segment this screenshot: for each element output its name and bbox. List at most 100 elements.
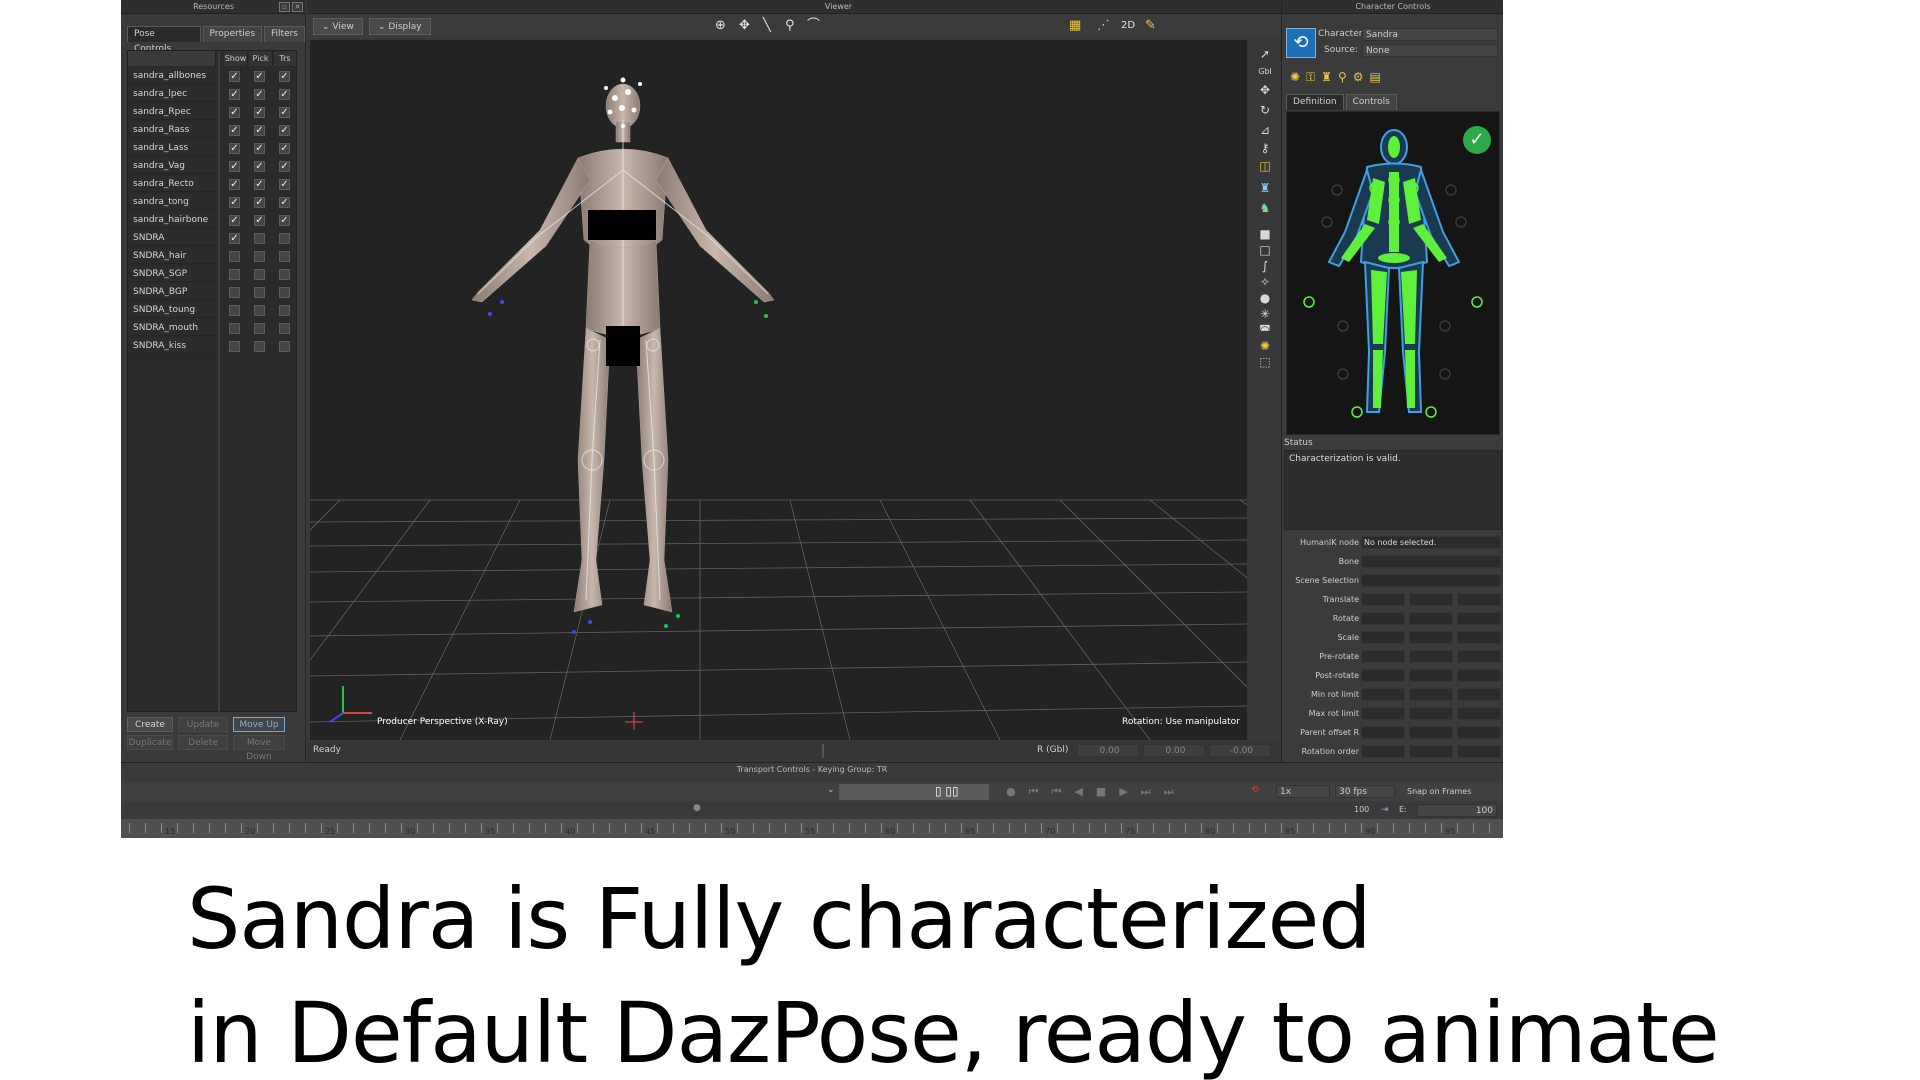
resource-row[interactable]: sandra_hairbone ✓ ✓ ✓ [128, 212, 298, 230]
property-value-field[interactable] [1361, 612, 1405, 625]
trs-checkbox[interactable]: ✓ [279, 179, 290, 190]
property-value-field[interactable] [1361, 669, 1405, 682]
show-checkbox[interactable] [229, 269, 240, 280]
delete-button[interactable]: Delete [178, 735, 228, 750]
show-checkbox[interactable]: ✓ [229, 161, 240, 172]
duplicate-button[interactable]: Duplicate [127, 735, 173, 750]
show-checkbox[interactable]: ✓ [229, 71, 240, 82]
pick-checkbox[interactable]: ✓ [254, 89, 265, 100]
pen-icon[interactable]: ✎ [1145, 19, 1156, 33]
key-icon[interactable]: ⚷ [1257, 140, 1273, 156]
show-checkbox[interactable]: ✓ [229, 125, 240, 136]
resource-row[interactable]: SNDRA_kiss [128, 338, 298, 356]
pick-checkbox[interactable]: ✓ [254, 161, 265, 172]
column-header-show[interactable]: Show [224, 51, 248, 66]
show-checkbox[interactable]: ✓ [229, 215, 240, 226]
property-value-field[interactable] [1361, 555, 1501, 568]
pick-checkbox[interactable]: ✓ [254, 143, 265, 154]
arrow-icon[interactable]: ⇥ [1381, 805, 1389, 815]
restore-icon[interactable]: ▫ [279, 2, 290, 12]
update-button[interactable]: Update [178, 717, 228, 732]
sun-icon[interactable]: ✺ [1257, 338, 1273, 354]
property-value-field[interactable] [1457, 707, 1501, 720]
tab-properties[interactable]: Properties [202, 26, 263, 42]
loop-icon[interactable]: ⟲ [1251, 785, 1259, 795]
pick-checkbox[interactable]: ✓ [254, 71, 265, 82]
resource-row[interactable]: SNDRA ✓ [128, 230, 298, 248]
start-frame-value[interactable]: 100 [1354, 805, 1369, 814]
show-checkbox[interactable]: ✓ [229, 107, 240, 118]
resource-row[interactable]: sandra_Vag ✓ ✓ ✓ [128, 158, 298, 176]
property-value-field[interactable] [1457, 745, 1501, 758]
property-value-field[interactable] [1409, 745, 1453, 758]
column-header-trs[interactable]: Trs [274, 51, 297, 66]
rotation-y-field[interactable]: 0.00 [1143, 744, 1205, 757]
pick-checkbox[interactable]: ✓ [254, 179, 265, 190]
close-icon[interactable]: ✕ [292, 2, 303, 12]
trs-checkbox[interactable]: ✓ [279, 197, 290, 208]
property-value-field[interactable] [1457, 612, 1501, 625]
show-checkbox[interactable]: ✓ [229, 89, 240, 100]
pick-checkbox[interactable] [254, 341, 265, 352]
move-down-button[interactable]: Move Down [233, 735, 285, 762]
orbit-icon[interactable]: ⊕ [715, 19, 726, 33]
resource-row[interactable]: sandra_Recto ✓ ✓ ✓ [128, 176, 298, 194]
sphere-icon[interactable]: ● [1257, 290, 1273, 306]
gbl-toggle[interactable]: Gbl [1257, 64, 1273, 80]
resource-row[interactable]: SNDRA_mouth [128, 320, 298, 338]
resource-row[interactable]: sandra_tong ✓ ✓ ✓ [128, 194, 298, 212]
property-value-field[interactable] [1409, 688, 1453, 701]
property-value-field[interactable] [1457, 726, 1501, 739]
show-checkbox[interactable] [229, 305, 240, 316]
pick-checkbox[interactable]: ✓ [254, 197, 265, 208]
property-value-field[interactable] [1409, 707, 1453, 720]
trs-checkbox[interactable]: ✓ [279, 143, 290, 154]
tab-definition[interactable]: Definition [1286, 94, 1344, 110]
frame-icon[interactable]: ⬚ [1257, 354, 1273, 370]
speed-dropdown[interactable]: 1x [1276, 785, 1330, 798]
property-value-field[interactable] [1361, 707, 1405, 720]
dropdown-arrow-icon[interactable]: ⌄ [827, 785, 835, 795]
single-view-icon[interactable]: ▯ ▯▯ [935, 784, 959, 798]
tab-controls[interactable]: Controls [1345, 94, 1397, 110]
show-checkbox[interactable]: ✓ [229, 179, 240, 190]
scale-icon[interactable]: ⊿ [1257, 122, 1273, 138]
character-dropdown[interactable]: Sandra [1362, 28, 1498, 41]
playback-buttons[interactable]: ●⏮⏮◀■▶⏭⏭ [1006, 785, 1187, 799]
rotate-icon[interactable]: ↻ [1257, 102, 1273, 118]
resource-row[interactable]: sandra_allbones ✓ ✓ ✓ [128, 68, 298, 86]
path-icon[interactable]: ∫ [1257, 258, 1273, 274]
display-menu-button[interactable]: ⌄ Display [369, 18, 431, 35]
3d-viewport[interactable]: Producer Perspective (X-Ray) Rotation: U… [310, 40, 1247, 740]
property-value-field[interactable] [1361, 650, 1405, 663]
actor-icon[interactable]: ♞ [1257, 200, 1273, 216]
resource-row[interactable]: SNDRA_SGP [128, 266, 298, 284]
trs-checkbox[interactable] [279, 341, 290, 352]
move-gizmo-icon[interactable]: ✥ [739, 19, 750, 33]
curve-icon[interactable]: ⋰ [1097, 19, 1110, 33]
resource-row[interactable]: SNDRA_hair [128, 248, 298, 266]
show-checkbox[interactable] [229, 251, 240, 262]
property-value-field[interactable] [1409, 650, 1453, 663]
humanik-figure-view[interactable]: ✓ [1286, 111, 1500, 435]
timeline-scrub-field[interactable] [839, 784, 989, 800]
pick-checkbox[interactable]: ✓ [254, 215, 265, 226]
show-checkbox[interactable] [229, 341, 240, 352]
resource-row[interactable]: sandra_Rpec ✓ ✓ ✓ [128, 104, 298, 122]
property-value-field[interactable] [1361, 688, 1405, 701]
pick-checkbox[interactable]: ✓ [254, 125, 265, 136]
fps-dropdown[interactable]: 30 fps [1335, 785, 1395, 798]
column-header-pick[interactable]: Pick [249, 51, 273, 66]
translate-icon[interactable]: ✥ [1257, 82, 1273, 98]
character-tool-icons[interactable]: ✺⚿♜⚲⚙▤ [1290, 70, 1387, 85]
line-tool-icon[interactable]: ╲ [763, 19, 771, 33]
cube-icon[interactable]: ■ [1257, 226, 1273, 242]
property-value-field[interactable] [1409, 726, 1453, 739]
pick-checkbox[interactable] [254, 323, 265, 334]
box-icon[interactable]: □ [1257, 242, 1273, 258]
character-icon[interactable]: ♜ [1257, 180, 1273, 196]
resource-row[interactable]: SNDRA_toung [128, 302, 298, 320]
tab-pose-controls[interactable]: Pose Controls [127, 26, 201, 54]
light-icon[interactable]: ✧ [1257, 274, 1273, 290]
resource-row[interactable]: sandra_Lass ✓ ✓ ✓ [128, 140, 298, 158]
